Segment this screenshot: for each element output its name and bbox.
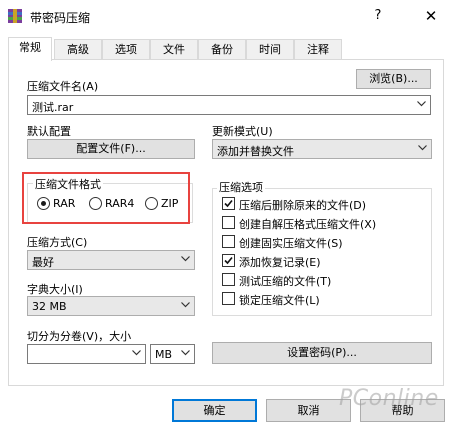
archiving-options-title: 压缩选项 bbox=[217, 179, 265, 195]
create-sfx-label: 创建自解压格式压缩文件(X) bbox=[239, 218, 377, 231]
ok-button[interactable]: 确定 bbox=[172, 399, 257, 422]
update-mode-label: 更新模式(U) bbox=[212, 125, 273, 138]
lock-archive-label: 锁定压缩文件(L) bbox=[239, 294, 320, 307]
chevron-down-icon bbox=[417, 101, 426, 107]
checkmark-icon bbox=[224, 256, 233, 265]
compression-method-value: 最好 bbox=[32, 256, 54, 269]
profiles-button[interactable]: 配置文件(F)... bbox=[27, 139, 195, 159]
format-highlight-box bbox=[22, 172, 190, 224]
compression-method-combobox[interactable]: 最好 bbox=[27, 250, 195, 270]
browse-button[interactable]: 浏览(B)... bbox=[356, 69, 431, 89]
tab-files[interactable]: 文件 bbox=[150, 39, 198, 60]
dictionary-size-combobox[interactable]: 32 MB bbox=[27, 296, 195, 316]
checkmark-icon bbox=[224, 199, 233, 208]
split-volumes-label: 切分为分卷(V)，大小 bbox=[27, 330, 132, 343]
add-recovery-record-label: 添加恢复记录(E) bbox=[239, 256, 321, 269]
tab-backup[interactable]: 备份 bbox=[198, 39, 246, 60]
set-password-button[interactable]: 设置密码(P)... bbox=[212, 342, 432, 364]
create-sfx-checkbox[interactable] bbox=[222, 216, 235, 229]
window-title: 带密码压缩 bbox=[30, 11, 91, 25]
dictionary-size-label: 字典大小(I) bbox=[27, 283, 83, 296]
archive-name-label: 压缩文件名(A) bbox=[27, 80, 99, 93]
split-unit-combobox[interactable]: MB bbox=[150, 344, 195, 364]
chevron-down-icon bbox=[418, 145, 427, 151]
close-window-button[interactable]: ✕ bbox=[421, 6, 441, 26]
test-archived-files-checkbox[interactable] bbox=[222, 273, 235, 286]
tab-comment[interactable]: 注释 bbox=[294, 39, 342, 60]
split-unit-value: MB bbox=[155, 348, 173, 361]
tab-time[interactable]: 时间 bbox=[246, 39, 294, 60]
delete-after-archiving-checkbox[interactable] bbox=[222, 197, 235, 210]
chevron-down-icon bbox=[181, 256, 190, 262]
update-mode-combobox[interactable]: 添加并替换文件 bbox=[212, 139, 432, 159]
delete-after-archiving-label: 压缩后删除原来的文件(D) bbox=[239, 199, 367, 212]
compression-method-label: 压缩方式(C) bbox=[27, 236, 88, 249]
chevron-down-icon bbox=[132, 350, 141, 356]
tab-advanced[interactable]: 高级 bbox=[54, 39, 102, 60]
create-solid-label: 创建固实压缩文件(S) bbox=[239, 237, 343, 250]
default-profile-label: 默认配置 bbox=[27, 125, 71, 138]
pconline-watermark: PConline bbox=[339, 386, 439, 411]
split-size-combobox[interactable] bbox=[27, 344, 146, 364]
title-bar: 带密码压缩 ? ✕ bbox=[0, 0, 456, 32]
tab-options[interactable]: 选项 bbox=[102, 39, 150, 60]
chevron-down-icon bbox=[181, 350, 190, 356]
help-titlebar-button[interactable]: ? bbox=[368, 6, 388, 26]
archive-name-value: 测试.rar bbox=[32, 101, 74, 114]
update-mode-value: 添加并替换文件 bbox=[217, 145, 294, 158]
test-archived-files-label: 测试压缩的文件(T) bbox=[239, 275, 332, 288]
dictionary-size-value: 32 MB bbox=[32, 300, 67, 313]
archive-name-combobox[interactable]: 测试.rar bbox=[27, 95, 431, 115]
add-recovery-record-checkbox[interactable] bbox=[222, 254, 235, 267]
chevron-down-icon bbox=[181, 302, 190, 308]
lock-archive-checkbox[interactable] bbox=[222, 292, 235, 305]
create-solid-checkbox[interactable] bbox=[222, 235, 235, 248]
winrar-app-icon bbox=[8, 9, 22, 23]
tab-general[interactable]: 常规 bbox=[8, 37, 52, 61]
